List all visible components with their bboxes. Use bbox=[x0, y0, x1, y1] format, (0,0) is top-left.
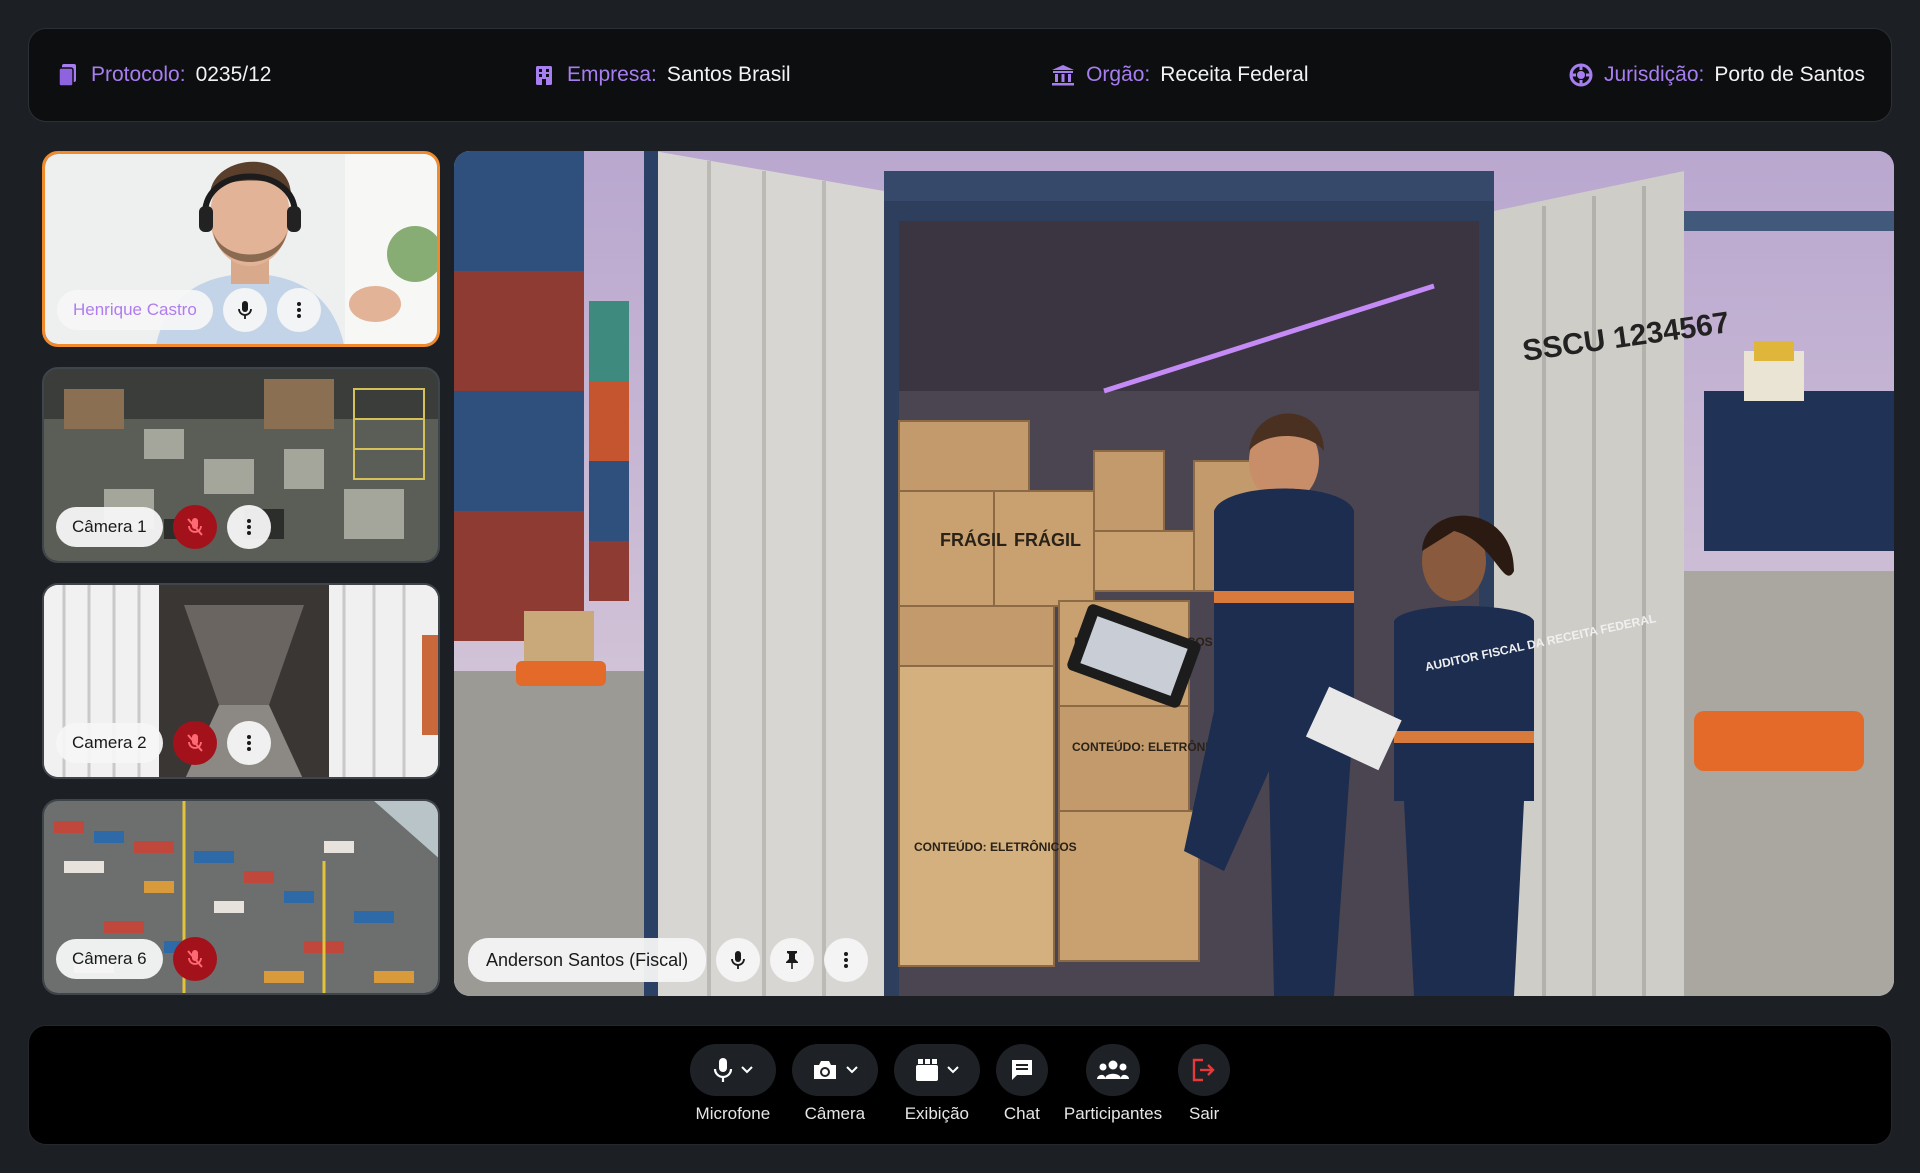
pin-icon bbox=[786, 951, 799, 969]
pin-button[interactable] bbox=[770, 938, 815, 982]
participant-name: Henrique Castro bbox=[57, 290, 213, 330]
camera-name: Câmera 6 bbox=[56, 939, 163, 979]
chevron-down-icon bbox=[947, 1066, 959, 1074]
main-video-tile[interactable]: FRÁGIL FRÁGIL FRÁGIL: ELETRÔNICOS CONTEÚ… bbox=[454, 151, 1894, 996]
exit-control[interactable]: Sair bbox=[1178, 1044, 1231, 1124]
chat-icon bbox=[1011, 1060, 1032, 1080]
microphone-off-icon bbox=[186, 734, 203, 752]
building-icon bbox=[531, 62, 557, 88]
camera-label: Câmera bbox=[804, 1104, 866, 1123]
agency-info: Orgão: Receita Federal bbox=[1050, 62, 1309, 88]
government-icon bbox=[1050, 62, 1076, 88]
chat-label: Chat bbox=[1003, 1104, 1040, 1123]
microphone-icon bbox=[731, 951, 745, 969]
participants-control[interactable]: Participantes bbox=[1064, 1044, 1162, 1124]
exit-icon bbox=[1192, 1058, 1215, 1082]
layout-button[interactable] bbox=[893, 1044, 980, 1096]
participant-tile-henrique[interactable]: Henrique Castro bbox=[42, 151, 440, 347]
participant-controls: Henrique Castro bbox=[57, 288, 321, 332]
exit-label: Sair bbox=[1189, 1104, 1220, 1123]
microphone-control[interactable]: Microfone bbox=[689, 1044, 776, 1124]
main-participant-name: Anderson Santos (Fiscal) bbox=[468, 938, 707, 982]
microphone-icon bbox=[713, 1058, 732, 1082]
more-options-button[interactable] bbox=[824, 938, 869, 982]
camera-tile-1[interactable]: Câmera 1 bbox=[42, 367, 440, 563]
camera-name: Câmera 1 bbox=[56, 507, 163, 547]
chat-button[interactable] bbox=[995, 1044, 1048, 1096]
camera-controls: Câmera 1 bbox=[56, 505, 271, 549]
protocol-value: 0235/12 bbox=[195, 63, 272, 86]
mic-muted-button[interactable] bbox=[172, 937, 217, 981]
mic-muted-button[interactable] bbox=[172, 721, 217, 765]
participants-label: Participantes bbox=[1063, 1104, 1163, 1123]
camera-controls: Camera 2 bbox=[56, 721, 271, 765]
more-vertical-icon bbox=[844, 952, 849, 968]
company-value: Santos Brasil bbox=[666, 63, 791, 86]
company-info: Empresa: Santos Brasil bbox=[531, 62, 791, 88]
more-vertical-icon bbox=[246, 735, 251, 751]
microphone-label: Microfone bbox=[695, 1104, 771, 1123]
camera-icon bbox=[813, 1061, 836, 1079]
jurisdiction-value: Porto de Santos bbox=[1714, 63, 1865, 86]
layout-label: Exibição bbox=[904, 1104, 969, 1123]
box-label-fragil-2: FRÁGIL bbox=[1014, 529, 1081, 550]
protocol-info: Protocolo: 0235/12 bbox=[55, 62, 271, 88]
camera-tile-6[interactable]: Câmera 6 bbox=[42, 799, 440, 995]
session-info-bar: Protocolo: 0235/12 Empresa: Santos Brasi… bbox=[28, 28, 1892, 122]
more-vertical-icon bbox=[246, 519, 251, 535]
box-label-conteudo-2: CONTEÚDO: ELETRÔNICOS bbox=[914, 839, 1077, 854]
participants-icon bbox=[1097, 1060, 1129, 1079]
exit-button[interactable] bbox=[1178, 1044, 1231, 1096]
camera-name: Camera 2 bbox=[56, 723, 163, 763]
mic-button[interactable] bbox=[716, 938, 761, 982]
chat-control[interactable]: Chat bbox=[995, 1044, 1048, 1124]
more-options-button[interactable] bbox=[276, 288, 321, 332]
agency-label: Orgão: bbox=[1086, 63, 1151, 86]
participants-button[interactable] bbox=[1086, 1044, 1140, 1096]
document-icon bbox=[55, 62, 81, 88]
layout-control[interactable]: Exibição bbox=[893, 1044, 980, 1124]
chevron-down-icon bbox=[846, 1066, 858, 1074]
microphone-icon bbox=[237, 301, 252, 319]
agency-value: Receita Federal bbox=[1160, 63, 1309, 86]
microphone-off-icon bbox=[186, 950, 203, 968]
chevron-down-icon bbox=[741, 1066, 753, 1074]
more-options-button[interactable] bbox=[226, 721, 271, 765]
jurisdiction-info: Jurisdição: Porto de Santos bbox=[1568, 62, 1865, 88]
mic-button[interactable] bbox=[222, 288, 267, 332]
jurisdiction-label: Jurisdição: bbox=[1604, 63, 1705, 86]
camera-tile-2[interactable]: Camera 2 bbox=[42, 583, 440, 779]
camera-button[interactable] bbox=[791, 1044, 878, 1096]
box-label-fragil-1: FRÁGIL bbox=[940, 529, 1007, 550]
more-vertical-icon bbox=[296, 302, 301, 318]
main-video-feed: FRÁGIL FRÁGIL FRÁGIL: ELETRÔNICOS CONTEÚ… bbox=[454, 151, 1894, 996]
microphone-off-icon bbox=[186, 518, 203, 536]
more-options-button[interactable] bbox=[226, 505, 271, 549]
main-video-controls: Anderson Santos (Fiscal) bbox=[468, 938, 869, 982]
call-control-bar: Microfone Câmera Exibição Chat Participa… bbox=[28, 1025, 1892, 1145]
protocol-label: Protocolo: bbox=[91, 63, 186, 86]
layout-icon bbox=[915, 1059, 938, 1081]
jurisdiction-icon bbox=[1568, 62, 1594, 88]
mic-muted-button[interactable] bbox=[172, 505, 217, 549]
microphone-button[interactable] bbox=[689, 1044, 776, 1096]
company-label: Empresa: bbox=[566, 63, 657, 86]
camera-control[interactable]: Câmera bbox=[791, 1044, 878, 1124]
camera-controls: Câmera 6 bbox=[56, 937, 217, 981]
